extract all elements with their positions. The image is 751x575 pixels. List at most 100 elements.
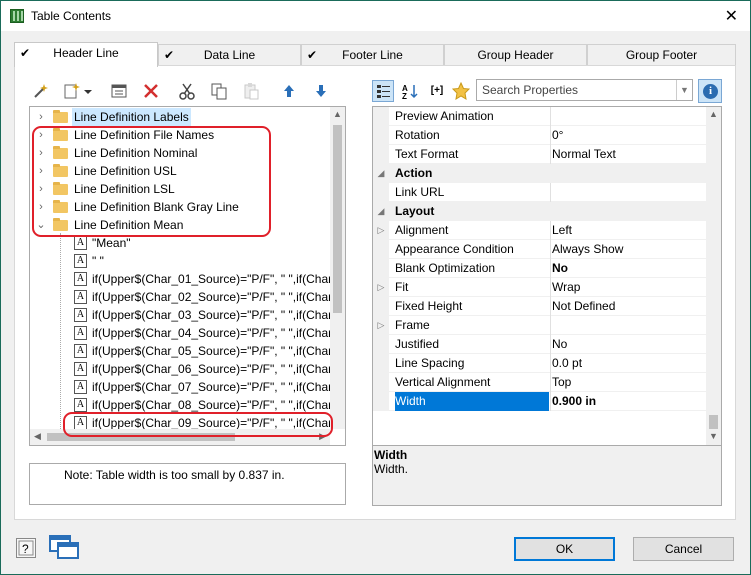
checkbox-icon[interactable]: ✔ [307, 45, 317, 65]
property-row-link-url[interactable]: Link URL [373, 183, 706, 202]
favorites-star-icon[interactable] [451, 81, 471, 100]
search-properties-input[interactable]: Search Properties ▼ [476, 79, 693, 101]
tree-child-row[interactable]: A " " [30, 252, 330, 270]
tree-child-row[interactable]: A if(Upper$(Char_01_Source)="P/F", " ",i… [30, 270, 332, 288]
property-value[interactable] [550, 316, 706, 335]
scroll-right-icon[interactable]: ▶ [319, 431, 326, 442]
scroll-down-icon[interactable]: ▼ [709, 431, 718, 441]
tree-folder-row[interactable]: › Line Definition Blank Gray Line [30, 198, 330, 216]
tab-header-line[interactable]: ✔ Header Line [14, 42, 158, 67]
property-value[interactable]: Left [550, 221, 706, 240]
expand-icon[interactable]: › [36, 108, 46, 126]
move-up-icon[interactable] [280, 82, 298, 100]
expand-icon[interactable]: ▷ [373, 316, 389, 335]
tree-folder-row[interactable]: › Line Definition File Names [30, 126, 330, 144]
tree-folder-row[interactable]: › Line Definition Nominal [30, 144, 330, 162]
chevron-down-icon[interactable]: ▼ [676, 80, 692, 100]
scroll-up-icon[interactable]: ▲ [709, 109, 718, 119]
cut-icon[interactable] [178, 82, 196, 100]
ok-button[interactable]: OK [514, 537, 615, 561]
expand-icon[interactable]: › [36, 180, 46, 198]
tree-child-row[interactable]: A if(Upper$(Char_03_Source)="P/F", " ",i… [30, 306, 332, 324]
property-row-fixed-height[interactable]: Fixed Height Not Defined [373, 297, 706, 316]
scroll-thumb[interactable] [333, 125, 342, 313]
tree-vertical-scrollbar[interactable]: ▲ [330, 107, 345, 429]
expand-icon[interactable]: ▷ [373, 221, 389, 240]
property-row-appearance-condition[interactable]: Appearance Condition Always Show [373, 240, 706, 259]
expand-all-icon[interactable]: [+] [426, 82, 448, 100]
property-row-text-format[interactable]: Text Format Normal Text [373, 145, 706, 164]
property-row-frame[interactable]: ▷ Frame [373, 316, 706, 335]
tab-data-line[interactable]: ✔ Data Line [158, 44, 301, 66]
windows-icon[interactable] [48, 534, 80, 560]
scroll-up-icon[interactable]: ▲ [333, 109, 342, 119]
property-value[interactable]: 0.0 pt [550, 354, 706, 373]
checkbox-icon[interactable]: ✔ [20, 43, 30, 63]
tree-folder-row[interactable]: › Line Definition Labels [30, 108, 330, 126]
close-button[interactable]: ✕ [725, 6, 738, 26]
delete-icon[interactable] [142, 82, 160, 100]
checkbox-icon[interactable]: ✔ [164, 45, 174, 65]
property-value[interactable]: Normal Text [550, 145, 706, 164]
tree-folder-row[interactable]: › Line Definition LSL [30, 180, 330, 198]
tree-child-row[interactable]: A if(Upper$(Char_04_Source)="P/F", " ",i… [30, 324, 332, 342]
expand-icon[interactable]: › [36, 162, 46, 180]
help-icon[interactable]: ? [16, 538, 36, 558]
sort-az-icon[interactable]: AZ [401, 82, 419, 101]
property-grid[interactable]: Preview Animation Rotation 0° Text Forma… [372, 106, 722, 446]
magic-wand-icon[interactable] [32, 82, 50, 100]
category-row-action[interactable]: ◢ Action [373, 164, 706, 183]
collapse-icon[interactable]: ◢ [373, 202, 389, 221]
tree-child-row[interactable]: A if(Upper$(Char_07_Source)="P/F", " ",i… [30, 378, 332, 396]
property-value[interactable]: Not Defined [550, 297, 706, 316]
expand-icon[interactable]: › [36, 144, 46, 162]
property-row-fit[interactable]: ▷ Fit Wrap [373, 278, 706, 297]
property-row-alignment[interactable]: ▷ Alignment Left [373, 221, 706, 240]
property-row-rotation[interactable]: Rotation 0° [373, 126, 706, 145]
tree-child-row[interactable]: A if(Upper$(Char_02_Source)="P/F", " ",i… [30, 288, 332, 306]
property-value[interactable]: 0.900 in [550, 392, 706, 411]
property-row-line-spacing[interactable]: Line Spacing 0.0 pt [373, 354, 706, 373]
cancel-button[interactable]: Cancel [633, 537, 734, 561]
tree-horizontal-scrollbar[interactable]: ◀ ▶ [30, 429, 330, 445]
properties-icon[interactable] [110, 82, 128, 100]
category-row-layout[interactable]: ◢ Layout [373, 202, 706, 221]
tree-child-row[interactable]: A if(Upper$(Char_05_Source)="P/F", " ",i… [30, 342, 332, 360]
scroll-thumb[interactable] [709, 415, 718, 429]
expand-icon[interactable]: › [36, 198, 46, 216]
move-down-icon[interactable] [312, 82, 330, 100]
property-value[interactable] [550, 107, 706, 126]
new-item-icon[interactable] [62, 82, 94, 100]
expand-icon[interactable]: ▷ [373, 278, 389, 297]
property-value[interactable]: 0° [550, 126, 706, 145]
collapse-icon[interactable]: ◢ [373, 164, 389, 183]
line-definition-tree[interactable]: › Line Definition Labels › Line Definiti… [29, 106, 346, 446]
property-value[interactable]: Top [550, 373, 706, 392]
tab-group-footer[interactable]: Group Footer [587, 44, 736, 66]
tab-footer-line[interactable]: ✔ Footer Line [301, 44, 444, 66]
property-row-width[interactable]: Width 0.900 in [373, 392, 706, 411]
property-value[interactable]: No [550, 335, 706, 354]
property-value[interactable]: Wrap [550, 278, 706, 297]
property-grid-scrollbar[interactable]: ▲ ▼ [706, 107, 721, 445]
tree-folder-row[interactable]: › Line Definition USL [30, 162, 330, 180]
property-value[interactable]: Always Show [550, 240, 706, 259]
property-value[interactable] [550, 183, 706, 202]
property-row-vertical-alignment[interactable]: Vertical Alignment Top [373, 373, 706, 392]
paste-icon[interactable] [242, 82, 260, 100]
categorized-view-icon[interactable] [372, 80, 394, 102]
property-row-preview-animation[interactable]: Preview Animation [373, 107, 706, 126]
scroll-thumb[interactable] [47, 433, 235, 441]
collapse-icon[interactable]: ⌄ [36, 216, 46, 234]
property-value[interactable]: No [550, 259, 706, 278]
tree-child-row[interactable]: A if(Upper$(Char_06_Source)="P/F", " ",i… [30, 360, 332, 378]
property-row-justified[interactable]: Justified No [373, 335, 706, 354]
tree-child-row[interactable]: A if(Upper$(Char_08_Source)="P/F", " ",i… [30, 396, 332, 414]
property-row-blank-optimization[interactable]: Blank Optimization No [373, 259, 706, 278]
tab-group-header[interactable]: Group Header [444, 44, 587, 66]
tree-folder-row[interactable]: ⌄ Line Definition Mean [30, 216, 330, 234]
info-button[interactable]: i [698, 79, 722, 103]
expand-icon[interactable]: › [36, 126, 46, 144]
copy-icon[interactable] [210, 82, 228, 100]
tree-child-row[interactable]: A "Mean" [30, 234, 330, 252]
